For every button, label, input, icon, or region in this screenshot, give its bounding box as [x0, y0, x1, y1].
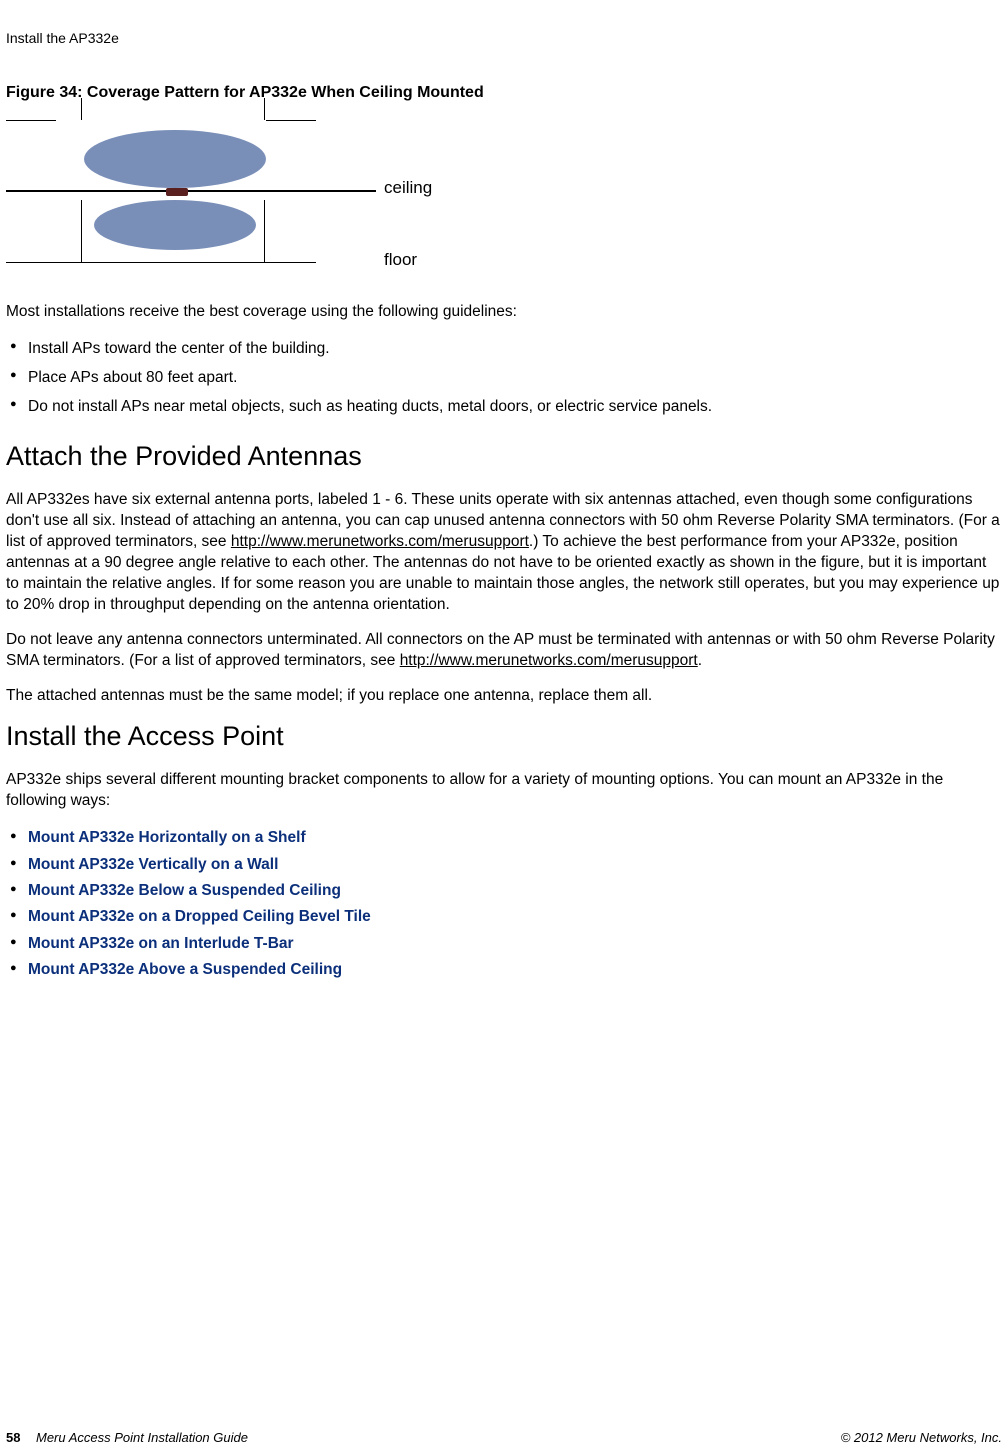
section-heading-install: Install the Access Point — [6, 721, 1002, 752]
tick-line — [81, 200, 82, 262]
link-merusupport[interactable]: http://www.merunetworks.com/merusupport — [231, 533, 529, 550]
list-item: Do not install APs near metal objects, s… — [6, 395, 1002, 420]
ap-device-icon — [166, 188, 188, 196]
coverage-lobe-lower — [94, 200, 256, 250]
link-mount-below-suspended[interactable]: Mount AP332e Below a Suspended Ceiling — [6, 878, 1002, 904]
label-floor: floor — [384, 250, 417, 270]
link-mount-wall[interactable]: Mount AP332e Vertically on a Wall — [6, 852, 1002, 878]
paragraph: Most installations receive the best cove… — [6, 302, 1002, 323]
tick-line — [264, 98, 265, 120]
floor-line — [6, 262, 316, 263]
coverage-diagram: ceiling floor — [6, 120, 446, 290]
link-mount-above-suspended[interactable]: Mount AP332e Above a Suspended Ceiling — [6, 957, 1002, 983]
running-header: Install the AP332e — [6, 30, 1008, 46]
link-merusupport[interactable]: http://www.merunetworks.com/merusupport — [400, 652, 698, 669]
list-item: Place APs about 80 feet apart. — [6, 366, 1002, 391]
list-item: Install APs toward the center of the bui… — [6, 337, 1002, 362]
section-heading-antennas: Attach the Provided Antennas — [6, 441, 1002, 472]
tick-line — [266, 120, 316, 134]
mount-options-list: Mount AP332e Horizontally on a Shelf Mou… — [6, 825, 1002, 983]
link-mount-shelf[interactable]: Mount AP332e Horizontally on a Shelf — [6, 825, 1002, 851]
footer-copyright: © 2012 Meru Networks, Inc. — [841, 1430, 1002, 1445]
paragraph: The attached antennas must be the same m… — [6, 686, 1002, 707]
text-run: . — [698, 652, 702, 669]
tick-line — [81, 98, 82, 120]
guidelines-list: Install APs toward the center of the bui… — [6, 337, 1002, 419]
paragraph: AP332e ships several different mounting … — [6, 770, 1002, 812]
link-mount-bevel-tile[interactable]: Mount AP332e on a Dropped Ceiling Bevel … — [6, 904, 1002, 930]
tick-line — [264, 200, 265, 262]
label-ceiling: ceiling — [384, 178, 432, 198]
link-mount-interlude-tbar[interactable]: Mount AP332e on an Interlude T-Bar — [6, 931, 1002, 957]
coverage-lobe-upper — [84, 130, 266, 188]
paragraph: All AP332es have six external antenna po… — [6, 490, 1002, 616]
paragraph: Do not leave any antenna connectors unte… — [6, 630, 1002, 672]
page-number: 58 — [6, 1430, 20, 1445]
tick-line — [6, 120, 56, 134]
ceiling-line — [6, 190, 376, 192]
footer-doc-title: Meru Access Point Installation Guide — [36, 1430, 248, 1445]
figure-caption: Figure 34: Coverage Pattern for AP332e W… — [6, 84, 1008, 102]
